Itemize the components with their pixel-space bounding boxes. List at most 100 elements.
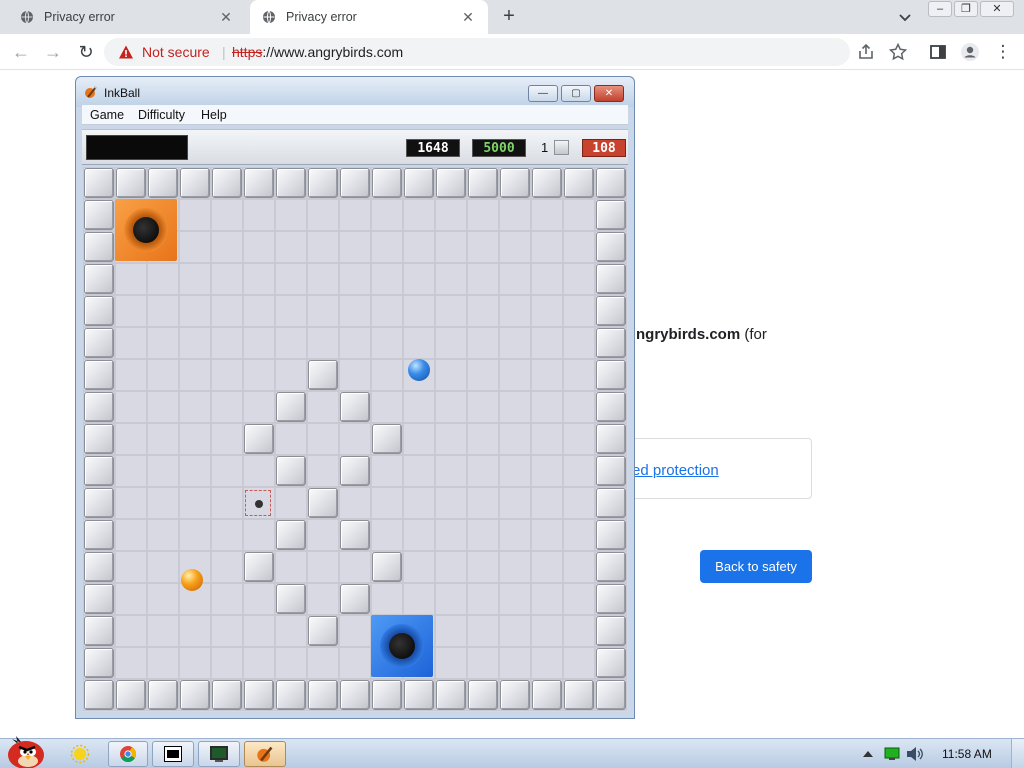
board-cell [275, 647, 307, 679]
sidebar-icon[interactable] [928, 42, 948, 62]
wall-block [116, 168, 146, 198]
wall-block [596, 168, 626, 198]
menu-game[interactable]: Game [90, 108, 124, 122]
reload-button[interactable]: ↻ [75, 41, 97, 63]
board-cell [563, 615, 595, 647]
warning-domain-bold: ngrybirds.com [636, 326, 741, 343]
board-cell [147, 359, 179, 391]
board-cell [371, 295, 403, 327]
board-cell [243, 359, 275, 391]
game-board[interactable] [83, 167, 628, 712]
board-cell [211, 519, 243, 551]
back-to-safety-button[interactable]: Back to safety [700, 550, 812, 583]
restore-button[interactable]: ❐ [954, 1, 978, 17]
board-cell [275, 231, 307, 263]
board-cell [531, 551, 563, 583]
board-cell [563, 647, 595, 679]
board-cell [339, 359, 371, 391]
wall-block [244, 552, 274, 582]
board-cell [467, 583, 499, 615]
board-cell [307, 199, 339, 231]
inkball-maximize-button[interactable]: ▢ [561, 85, 591, 102]
board-cell [371, 487, 403, 519]
board-cell [371, 583, 403, 615]
tab-close-button[interactable]: ✕ [218, 9, 234, 26]
board-cell [211, 263, 243, 295]
board-cell [435, 231, 467, 263]
network-icon[interactable] [884, 747, 900, 761]
taskbar-7zip-button[interactable] [152, 741, 194, 767]
board-cell [179, 423, 211, 455]
board-cell [307, 455, 339, 487]
board-cell [243, 199, 275, 231]
sun-icon[interactable] [70, 744, 90, 764]
board-cell [403, 263, 435, 295]
minimize-button[interactable]: – [928, 1, 952, 17]
taskbar-inkball-button[interactable] [244, 741, 286, 767]
board-cell [531, 615, 563, 647]
tray-expand-icon[interactable] [862, 749, 874, 759]
back-button[interactable]: ← [10, 41, 32, 63]
system-clock[interactable]: 11:58 AM [942, 747, 992, 761]
wall-block [84, 616, 114, 646]
timer-counter: 108 [582, 139, 626, 157]
volume-icon[interactable] [906, 746, 924, 762]
board-cell [115, 295, 147, 327]
wall-block [212, 168, 242, 198]
wall-block [596, 392, 626, 422]
board-cell [371, 327, 403, 359]
wall-block [532, 168, 562, 198]
url-text[interactable]: https://www.angrybirds.com [232, 44, 403, 60]
wall-block [84, 232, 114, 262]
close-button[interactable]: ✕ [980, 1, 1014, 17]
wall-block [84, 392, 114, 422]
board-cell [243, 647, 275, 679]
wall-block [372, 680, 402, 710]
wall-block [596, 616, 626, 646]
board-cell [371, 359, 403, 391]
board-cell [339, 263, 371, 295]
star-icon[interactable] [888, 42, 908, 62]
inkball-close-button[interactable]: ✕ [594, 85, 624, 102]
tab-privacy-error-2[interactable]: Privacy error ✕ [250, 0, 488, 34]
board-cell [531, 391, 563, 423]
wall-block [84, 200, 114, 230]
board-cell [339, 231, 371, 263]
board-cell [211, 583, 243, 615]
address-bar[interactable]: Not secure | https://www.angrybirds.com [104, 38, 850, 66]
tab-close-button[interactable]: ✕ [460, 9, 476, 26]
board-cell [499, 423, 531, 455]
enhanced-protection-link[interactable]: ed protection [632, 462, 719, 479]
angry-bird-icon[interactable] [4, 733, 48, 768]
chevron-down-icon[interactable] [896, 8, 914, 26]
profile-icon[interactable] [960, 42, 980, 62]
inkball-titlebar[interactable]: InkBall — ▢ ✕ [76, 77, 634, 107]
wall-block [84, 360, 114, 390]
menu-help[interactable]: Help [201, 108, 227, 122]
orange-hole [115, 199, 177, 261]
wall-block [596, 680, 626, 710]
new-tab-button[interactable]: + [498, 6, 520, 28]
board-cell [147, 583, 179, 615]
wall-block [212, 680, 242, 710]
board-cell [211, 647, 243, 679]
forward-button[interactable]: → [42, 41, 64, 63]
share-icon[interactable] [856, 42, 876, 62]
board-cell [211, 199, 243, 231]
board-cell [243, 455, 275, 487]
tab-privacy-error-1[interactable]: Privacy error ✕ [8, 0, 246, 34]
inkball-minimize-button[interactable]: — [528, 85, 558, 102]
inkball-scorebar: 1648 5000 1 108 [82, 129, 628, 165]
warning-triangle-icon[interactable] [118, 44, 134, 60]
board-cell [403, 391, 435, 423]
not-secure-label[interactable]: Not secure [142, 44, 210, 60]
wall-block [468, 680, 498, 710]
wall-block [596, 424, 626, 454]
board-cell [435, 455, 467, 487]
show-desktop-icon[interactable] [1011, 739, 1024, 768]
wall-block [84, 168, 114, 198]
menu-difficulty[interactable]: Difficulty [138, 108, 185, 122]
taskbar-chrome-button[interactable] [108, 741, 148, 767]
browser-menu-button[interactable]: ⋮ [992, 41, 1014, 63]
taskbar-terminal-button[interactable] [198, 741, 240, 767]
